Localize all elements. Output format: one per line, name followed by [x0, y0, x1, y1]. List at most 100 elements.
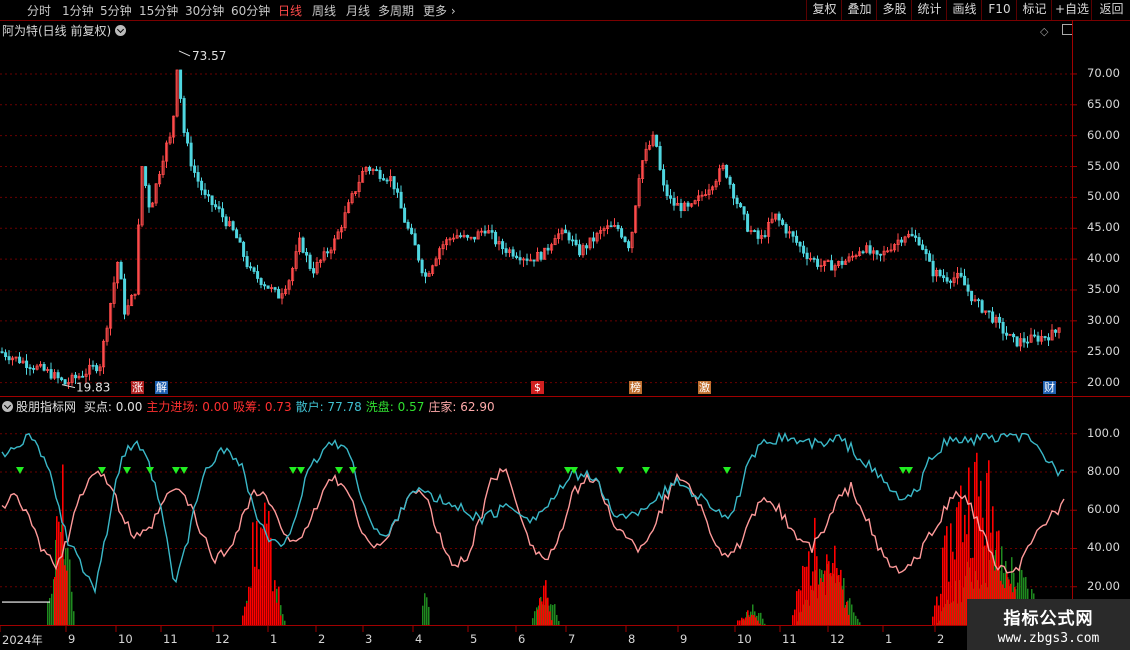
wash-bar	[252, 603, 254, 625]
toolbar-button-6[interactable]: 标记	[1016, 0, 1052, 20]
candle-body	[959, 272, 963, 277]
candle-body	[56, 372, 60, 379]
candle-body	[413, 233, 417, 246]
panel-controls: ◇	[1040, 24, 1073, 38]
period-tab-7[interactable]: 周线	[312, 2, 336, 19]
candle-body	[938, 270, 942, 277]
toolbar-button-0[interactable]: 复权	[806, 0, 842, 20]
toolbar-button-8[interactable]: 返回	[1091, 0, 1130, 20]
x-axis-label: 12	[830, 632, 845, 646]
wash-bar	[69, 559, 71, 625]
toolbar-button-1[interactable]: 叠加	[841, 0, 877, 20]
period-tab-10[interactable]: 更多 ›	[423, 2, 456, 19]
indicator-value-3: 散户: 77.78	[295, 400, 362, 414]
main-force-bar	[936, 596, 938, 625]
candle-body	[21, 360, 25, 364]
candle-body	[546, 247, 550, 251]
buy-signal-triangle	[905, 467, 913, 475]
event-marker-5[interactable]: 财	[1043, 381, 1056, 394]
event-marker-0[interactable]: 涨	[131, 381, 144, 394]
wash-bar	[859, 622, 861, 625]
candle-body	[438, 248, 442, 260]
event-marker-4[interactable]: 激	[698, 381, 711, 394]
buy-signal-triangle	[335, 467, 343, 475]
wash-bar	[260, 575, 262, 625]
candle-body	[434, 258, 438, 267]
price-chart[interactable]: 73.57 19.83	[0, 0, 1130, 650]
event-marker-2[interactable]: $	[531, 381, 544, 394]
candle-body	[980, 300, 984, 313]
candle-body	[917, 237, 921, 246]
period-tab-0[interactable]: 分时	[27, 2, 51, 19]
x-axis-label: 1	[270, 632, 278, 646]
candle-body	[851, 255, 855, 258]
wash-bar	[53, 579, 55, 625]
indicator-menu-icon[interactable]	[2, 401, 13, 412]
x-axis-label: 2	[937, 632, 945, 646]
candle-body	[984, 310, 988, 313]
wash-bar	[276, 588, 278, 625]
event-marker-1[interactable]: 解	[155, 381, 168, 394]
candle-body	[1015, 336, 1019, 347]
x-axis-label: 5	[470, 632, 478, 646]
diamond-icon[interactable]: ◇	[1040, 25, 1048, 38]
candle-body	[319, 259, 323, 263]
candle-body	[721, 164, 725, 170]
candle-body	[907, 233, 911, 238]
main-force-bar	[753, 615, 755, 625]
period-tab-6[interactable]: 日线	[278, 2, 302, 19]
candle-body	[861, 251, 865, 254]
candle-body	[809, 258, 813, 260]
candle-body	[263, 284, 267, 287]
toolbar-button-2[interactable]: 多股	[876, 0, 912, 20]
candle-body	[455, 235, 459, 239]
event-marker-3[interactable]: 榜	[629, 381, 642, 394]
main-force-bar	[737, 620, 739, 625]
candle-body	[994, 316, 998, 323]
wash-bar	[422, 605, 424, 625]
candle-body	[819, 265, 823, 267]
period-tab-5[interactable]: 60分钟	[231, 2, 270, 19]
candle-body	[179, 69, 183, 99]
period-tab-8[interactable]: 月线	[346, 2, 370, 19]
wash-bar	[819, 568, 821, 625]
candle-body	[333, 238, 337, 251]
period-tab-3[interactable]: 15分钟	[139, 2, 178, 19]
price-axis-label: 45.00	[1087, 220, 1120, 235]
candle-body	[515, 255, 519, 259]
wash-bar	[278, 610, 280, 625]
candle-body	[571, 239, 575, 242]
candle-body	[952, 277, 956, 283]
x-axis-label: 8	[628, 632, 636, 646]
toolbar-button-7[interactable]: +自选	[1051, 0, 1092, 20]
toolbar-button-5[interactable]: F10	[981, 0, 1017, 20]
wash-bar	[248, 608, 250, 625]
main-force-bar	[244, 606, 246, 625]
main-force-bar	[268, 510, 270, 625]
wash-bar	[63, 559, 65, 625]
candle-body	[788, 231, 792, 234]
window-toggle-icon[interactable]	[1061, 24, 1073, 35]
wash-bar	[246, 600, 248, 625]
period-tab-4[interactable]: 30分钟	[185, 2, 224, 19]
toolbar-button-4[interactable]: 画线	[946, 0, 982, 20]
candle-body	[336, 231, 340, 240]
main-force-bar	[946, 526, 948, 625]
candle-body	[634, 205, 638, 233]
wash-bar	[49, 597, 51, 625]
candle-body	[1005, 332, 1009, 336]
candle-body	[301, 237, 305, 253]
candle-body	[560, 229, 564, 235]
x-axis-label: 10	[737, 632, 752, 646]
candle-body	[749, 230, 753, 232]
wash-bar	[268, 568, 270, 625]
wash-bar	[839, 582, 841, 625]
toolbar-button-3[interactable]: 统计	[911, 0, 947, 20]
period-tab-9[interactable]: 多周期	[378, 2, 414, 19]
main-force-bar	[948, 581, 950, 625]
period-tab-1[interactable]: 1分钟	[62, 2, 94, 19]
period-tab-2[interactable]: 5分钟	[100, 2, 132, 19]
main-force-bar	[264, 502, 266, 625]
candle-body	[630, 231, 634, 249]
dropdown-circle-icon[interactable]	[115, 25, 127, 36]
